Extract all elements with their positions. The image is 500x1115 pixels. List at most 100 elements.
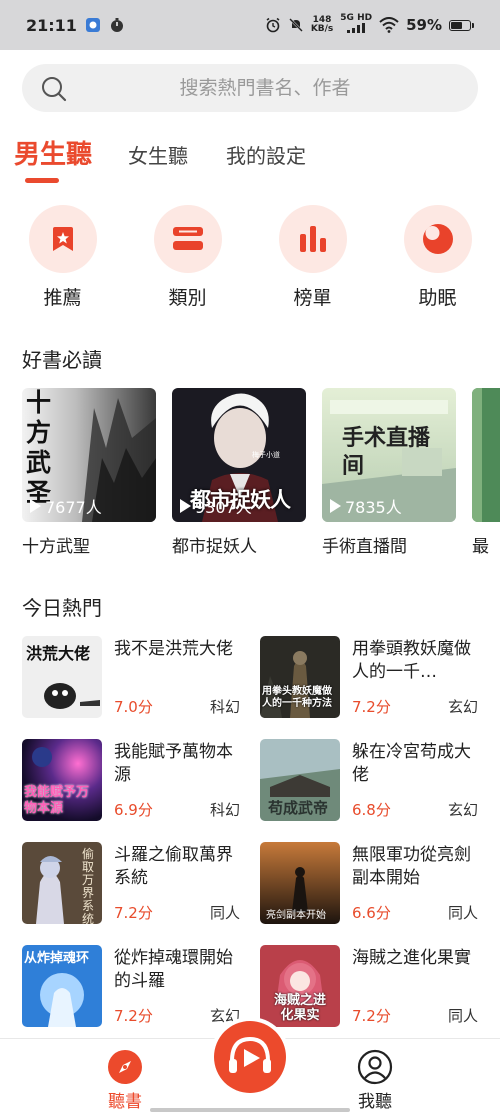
book-title: 十方武聖 xyxy=(22,537,90,557)
play-icon xyxy=(180,499,191,513)
hot-book-cover: 从炸掉魂环 xyxy=(22,945,102,1027)
book-cover-subtext: 梅子小道 xyxy=(252,451,280,459)
hot-book-title: 我不是洪荒大佬 xyxy=(114,639,233,659)
hot-book-item[interactable]: 苟成武帝 躲在冷宮苟成大佬 6.8分 玄幻 xyxy=(260,739,480,821)
hot-book-item[interactable]: 偷取万界系统 斗羅之偷取萬界系統 7.2分 同人 xyxy=(22,842,242,924)
status-bar: 21:11 148 KB/s 5G HD 59% xyxy=(0,0,500,50)
headphones-play-icon xyxy=(214,1021,286,1093)
book-cover-text: 手术直播间 xyxy=(342,425,431,479)
category-tabs: 男生聽 女生聽 我的設定 xyxy=(14,134,344,171)
book-card[interactable]: 最 xyxy=(472,388,500,557)
player-button[interactable] xyxy=(210,1017,290,1097)
hot-cover-text: 亮剑副本开始 xyxy=(266,910,326,921)
hot-cover-text: 苟成武帝 xyxy=(268,799,329,817)
hot-book-cover: 洪荒大佬 xyxy=(22,636,102,718)
hot-book-title: 無限軍功從亮劍副本開始 xyxy=(352,845,471,888)
hot-book-cover: 偷取万界系统 xyxy=(22,842,102,924)
compass-icon xyxy=(108,1050,142,1084)
hot-book-cover: 我能赋予万物本源 xyxy=(22,739,102,821)
book-title: 都市捉妖人 xyxy=(172,537,257,557)
signal-bars-icon xyxy=(347,23,366,33)
book-card[interactable]: 十方武圣 7677人 十方武聖 xyxy=(22,388,156,557)
hot-book-score: 6.9分 xyxy=(114,801,153,819)
hot-book-cover: 用拳头教妖魔做人的一千种方法 xyxy=(260,636,340,718)
hot-book-title: 躲在冷宮苟成大佬 xyxy=(352,742,471,785)
quick-nav: 推薦 類別 榜單 助眠 xyxy=(0,205,500,310)
battery-percent: 59% xyxy=(406,16,442,34)
network-speed-unit: KB/s xyxy=(310,24,334,34)
book-cover: 手术直播间 7835人 xyxy=(322,388,456,522)
hot-cover-text: 洪荒大佬 xyxy=(26,644,91,663)
signal: 5G HD xyxy=(340,14,372,36)
mute-icon xyxy=(288,18,303,32)
hot-book-score: 6.8分 xyxy=(352,801,391,819)
timer-icon xyxy=(110,18,123,32)
book-title: 手術直播間 xyxy=(322,537,407,557)
search-input[interactable] xyxy=(22,77,478,99)
hot-book-score: 7.2分 xyxy=(352,698,391,716)
search-bar[interactable] xyxy=(22,64,478,112)
book-cover xyxy=(472,388,500,522)
hot-book-item[interactable]: 从炸掉魂环 從炸掉魂環開始的斗羅 7.2分 玄幻 xyxy=(22,945,242,1027)
nav-listen-books[interactable]: 聽書 xyxy=(85,1049,165,1112)
quick-nav-recommend[interactable]: 推薦 xyxy=(0,205,125,310)
book-card[interactable]: 梅子小道 都市捉妖人 9307人 都市捉妖人 xyxy=(172,388,306,557)
book-cover-text: 十方武圣 xyxy=(26,388,52,507)
tab-female[interactable]: 女生聽 xyxy=(128,140,188,171)
hot-book-score: 6.6分 xyxy=(352,904,391,922)
hot-book-genre: 玄幻 xyxy=(447,698,478,716)
hot-book-item[interactable]: 海贼之进化果实 海賊之進化果實 7.2分 同人 xyxy=(260,945,480,1027)
play-icon xyxy=(330,499,341,513)
home-indicator[interactable] xyxy=(150,1108,350,1112)
nav-label: 聽書 xyxy=(108,1092,142,1112)
hot-book-title: 用拳頭教妖魔做人的一千… xyxy=(352,639,471,682)
status-time: 21:11 xyxy=(26,15,77,35)
book-cover: 梅子小道 都市捉妖人 9307人 xyxy=(172,388,306,522)
hot-book-title: 斗羅之偷取萬界系統 xyxy=(114,845,233,888)
book-cover: 十方武圣 7677人 xyxy=(22,388,156,522)
hot-book-score: 7.2分 xyxy=(114,1007,153,1025)
wifi-icon xyxy=(379,17,399,33)
tab-my-settings[interactable]: 我的設定 xyxy=(226,140,306,171)
hot-book-title: 我能賦予萬物本源 xyxy=(114,742,233,785)
hot-book-genre: 同人 xyxy=(447,904,478,922)
chart-bars-icon xyxy=(278,205,347,273)
network-speed: 148 KB/s xyxy=(311,16,333,34)
tab-male[interactable]: 男生聽 xyxy=(14,134,92,171)
search-icon xyxy=(42,77,67,102)
hot-cover-text: 海贼之进化果实 xyxy=(273,993,326,1023)
listener-count: 9307人 xyxy=(180,494,252,518)
book-title: 最 xyxy=(472,537,489,557)
must-read-carousel[interactable]: 十方武圣 7677人 十方武聖 梅子小道 都市捉妖人 9307人 都市捉妖人 手… xyxy=(22,388,500,558)
hot-book-genre: 同人 xyxy=(447,1007,478,1025)
hot-book-cover: 海贼之进化果实 xyxy=(260,945,340,1027)
quick-nav-categories[interactable]: 類別 xyxy=(125,205,250,310)
nav-label: 我聽 xyxy=(358,1092,392,1112)
hot-book-score: 7.2分 xyxy=(352,1007,391,1025)
hot-cover-text: 从炸掉魂环 xyxy=(24,951,90,966)
quick-nav-label: 推薦 xyxy=(43,287,82,309)
hot-cover-text: 我能赋予万物本源 xyxy=(24,785,90,816)
listener-count: 7677人 xyxy=(30,494,102,518)
hot-book-item[interactable]: 用拳头教妖魔做人的一千种方法 用拳頭教妖魔做人的一千… 7.2分 玄幻 xyxy=(260,636,480,718)
quick-nav-label: 榜單 xyxy=(293,287,332,309)
book-card[interactable]: 手术直播间 7835人 手術直播間 xyxy=(322,388,456,557)
hot-book-item[interactable]: 我能赋予万物本源 我能賦予萬物本源 6.9分 科幻 xyxy=(22,739,242,821)
hot-book-title: 海賊之進化果實 xyxy=(352,948,471,968)
hot-book-item[interactable]: 洪荒大佬 我不是洪荒大佬 7.0分 科幻 xyxy=(22,636,242,718)
bookmark-star-icon xyxy=(28,205,97,273)
hot-cover-text: 用拳头教妖魔做人的一千种方法 xyxy=(262,686,332,709)
nav-my-listen[interactable]: 我聽 xyxy=(335,1049,415,1112)
hot-book-genre: 科幻 xyxy=(209,698,240,716)
listener-count-text: 7835人 xyxy=(345,498,402,517)
listener-count: 7835人 xyxy=(330,494,402,518)
hot-book-genre: 同人 xyxy=(209,904,240,922)
hot-book-title: 從炸掉魂環開始的斗羅 xyxy=(114,948,233,991)
quick-nav-sleep[interactable]: 助眠 xyxy=(375,205,500,310)
hot-book-score: 7.2分 xyxy=(114,904,153,922)
network-type: 5G HD xyxy=(340,13,373,23)
hot-book-cover: 亮剑副本开始 xyxy=(260,842,340,924)
quick-nav-rankings[interactable]: 榜單 xyxy=(250,205,375,310)
hot-book-genre: 科幻 xyxy=(209,801,240,819)
hot-book-item[interactable]: 亮剑副本开始 無限軍功從亮劍副本開始 6.6分 同人 xyxy=(260,842,480,924)
